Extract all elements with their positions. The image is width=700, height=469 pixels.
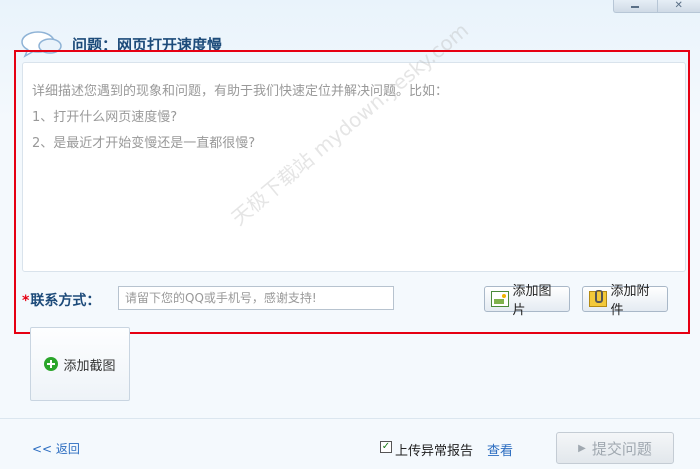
add-screenshot-button[interactable]: 添加截图 — [30, 327, 130, 401]
minimize-icon — [631, 6, 640, 8]
minimize-button[interactable] — [614, 0, 658, 12]
footer-divider — [0, 418, 700, 419]
view-link[interactable]: 查看 — [487, 440, 513, 459]
add-screenshot-label: 添加截图 — [63, 358, 116, 374]
check-icon: ✓ — [381, 441, 391, 452]
upload-report-label: 上传异常报告 — [395, 444, 474, 459]
submit-button[interactable]: ▶ 提交问题 — [556, 432, 674, 464]
play-arrow-icon: ▶ — [578, 442, 586, 454]
window-controls: ✕ — [613, 0, 700, 13]
close-icon: ✕ — [674, 0, 683, 11]
plus-icon — [44, 357, 59, 371]
back-link[interactable]: << 返回 — [32, 440, 80, 457]
close-button[interactable]: ✕ — [658, 0, 700, 12]
submit-label: 提交问题 — [591, 439, 652, 458]
highlight-frame — [14, 50, 690, 334]
upload-report-checkbox[interactable]: ✓ — [380, 441, 392, 453]
